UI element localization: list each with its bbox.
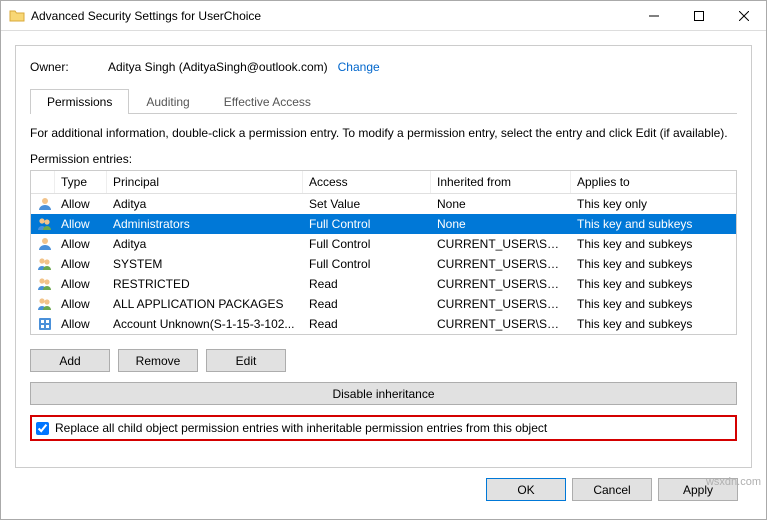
cell-inherited: None (431, 216, 571, 232)
col-applies[interactable]: Applies to (571, 171, 736, 193)
tab-permissions[interactable]: Permissions (30, 89, 129, 114)
cell-applies: This key and subkeys (571, 316, 736, 332)
col-principal[interactable]: Principal (107, 171, 303, 193)
cell-principal: Account Unknown(S-1-15-3-102... (107, 316, 303, 332)
cell-type: Allow (55, 296, 107, 312)
cell-inherited: CURRENT_USER\Soft... (431, 236, 571, 252)
table-body: AllowAdityaSet ValueNoneThis key onlyAll… (31, 194, 736, 334)
cell-applies: This key only (571, 196, 736, 212)
cell-applies: This key and subkeys (571, 216, 736, 232)
table-row[interactable]: AllowRESTRICTEDReadCURRENT_USER\Soft...T… (31, 274, 736, 294)
cell-type: Allow (55, 256, 107, 272)
owner-row: Owner: Aditya Singh (AdityaSingh@outlook… (30, 60, 737, 74)
add-button[interactable]: Add (30, 349, 110, 372)
close-button[interactable] (721, 1, 766, 30)
cancel-button[interactable]: Cancel (572, 478, 652, 501)
minimize-button[interactable] (631, 1, 676, 30)
cell-access: Full Control (303, 236, 431, 252)
info-text: For additional information, double-click… (30, 126, 737, 140)
cell-principal: SYSTEM (107, 256, 303, 272)
titlebar: Advanced Security Settings for UserChoic… (1, 1, 766, 31)
table-row[interactable]: AllowAdministratorsFull ControlNoneThis … (31, 214, 736, 234)
dialog-buttons: OK Cancel Apply (15, 468, 752, 505)
table-row[interactable]: AllowAdityaFull ControlCURRENT_USER\Soft… (31, 234, 736, 254)
table-row[interactable]: AllowAdityaSet ValueNoneThis key only (31, 194, 736, 214)
cell-principal: RESTRICTED (107, 276, 303, 292)
cell-inherited: CURRENT_USER\Soft... (431, 256, 571, 272)
cell-inherited: None (431, 196, 571, 212)
principal-icon (31, 195, 55, 213)
watermark: wsxdn.com (706, 476, 761, 488)
cell-inherited: CURRENT_USER\Soft... (431, 296, 571, 312)
principal-icon (31, 235, 55, 253)
principal-icon (31, 275, 55, 293)
col-inherited[interactable]: Inherited from (431, 171, 571, 193)
cell-type: Allow (55, 216, 107, 232)
edit-button[interactable]: Edit (206, 349, 286, 372)
cell-applies: This key and subkeys (571, 296, 736, 312)
table-row[interactable]: AllowALL APPLICATION PACKAGESReadCURRENT… (31, 294, 736, 314)
owner-value: Aditya Singh (AdityaSingh@outlook.com) (108, 60, 328, 74)
replace-children-label: Replace all child object permission entr… (55, 421, 547, 435)
cell-principal: Aditya (107, 236, 303, 252)
principal-icon (31, 215, 55, 233)
cell-type: Allow (55, 316, 107, 332)
folder-icon (9, 8, 25, 24)
tabs: Permissions Auditing Effective Access (30, 88, 737, 114)
entry-buttons: Add Remove Edit (30, 349, 737, 372)
cell-inherited: CURRENT_USER\Soft... (431, 276, 571, 292)
principal-icon (31, 295, 55, 313)
table-row[interactable]: AllowSYSTEMFull ControlCURRENT_USER\Soft… (31, 254, 736, 274)
change-owner-link[interactable]: Change (338, 60, 380, 74)
cell-applies: This key and subkeys (571, 236, 736, 252)
principal-icon (31, 255, 55, 273)
tab-auditing[interactable]: Auditing (129, 89, 206, 114)
client-area: Owner: Aditya Singh (AdityaSingh@outlook… (1, 31, 766, 519)
cell-access: Read (303, 296, 431, 312)
principal-icon (31, 315, 55, 333)
table-row[interactable]: AllowAccount Unknown(S-1-15-3-102...Read… (31, 314, 736, 334)
cell-principal: Administrators (107, 216, 303, 232)
col-type[interactable]: Type (55, 171, 107, 193)
cell-access: Full Control (303, 256, 431, 272)
permission-table: Type Principal Access Inherited from App… (30, 170, 737, 335)
cell-access: Set Value (303, 196, 431, 212)
tab-effective-access[interactable]: Effective Access (207, 89, 328, 114)
table-header: Type Principal Access Inherited from App… (31, 171, 736, 194)
col-icon[interactable] (31, 171, 55, 193)
disable-inheritance-row: Disable inheritance (30, 382, 737, 405)
cell-inherited: CURRENT_USER\Soft... (431, 316, 571, 332)
content-panel: Owner: Aditya Singh (AdityaSingh@outlook… (15, 45, 752, 468)
replace-children-checkbox[interactable] (36, 422, 49, 435)
cell-access: Read (303, 316, 431, 332)
cell-type: Allow (55, 196, 107, 212)
window-title: Advanced Security Settings for UserChoic… (31, 9, 631, 23)
owner-label: Owner: (30, 60, 108, 74)
ok-button[interactable]: OK (486, 478, 566, 501)
cell-applies: This key and subkeys (571, 256, 736, 272)
cell-applies: This key and subkeys (571, 276, 736, 292)
disable-inheritance-button[interactable]: Disable inheritance (30, 382, 737, 405)
window: Advanced Security Settings for UserChoic… (0, 0, 767, 520)
cell-principal: ALL APPLICATION PACKAGES (107, 296, 303, 312)
cell-access: Read (303, 276, 431, 292)
cell-principal: Aditya (107, 196, 303, 212)
entries-label: Permission entries: (30, 152, 737, 166)
remove-button[interactable]: Remove (118, 349, 198, 372)
cell-type: Allow (55, 236, 107, 252)
col-access[interactable]: Access (303, 171, 431, 193)
maximize-button[interactable] (676, 1, 721, 30)
cell-type: Allow (55, 276, 107, 292)
cell-access: Full Control (303, 216, 431, 232)
replace-children-row: Replace all child object permission entr… (30, 415, 737, 441)
